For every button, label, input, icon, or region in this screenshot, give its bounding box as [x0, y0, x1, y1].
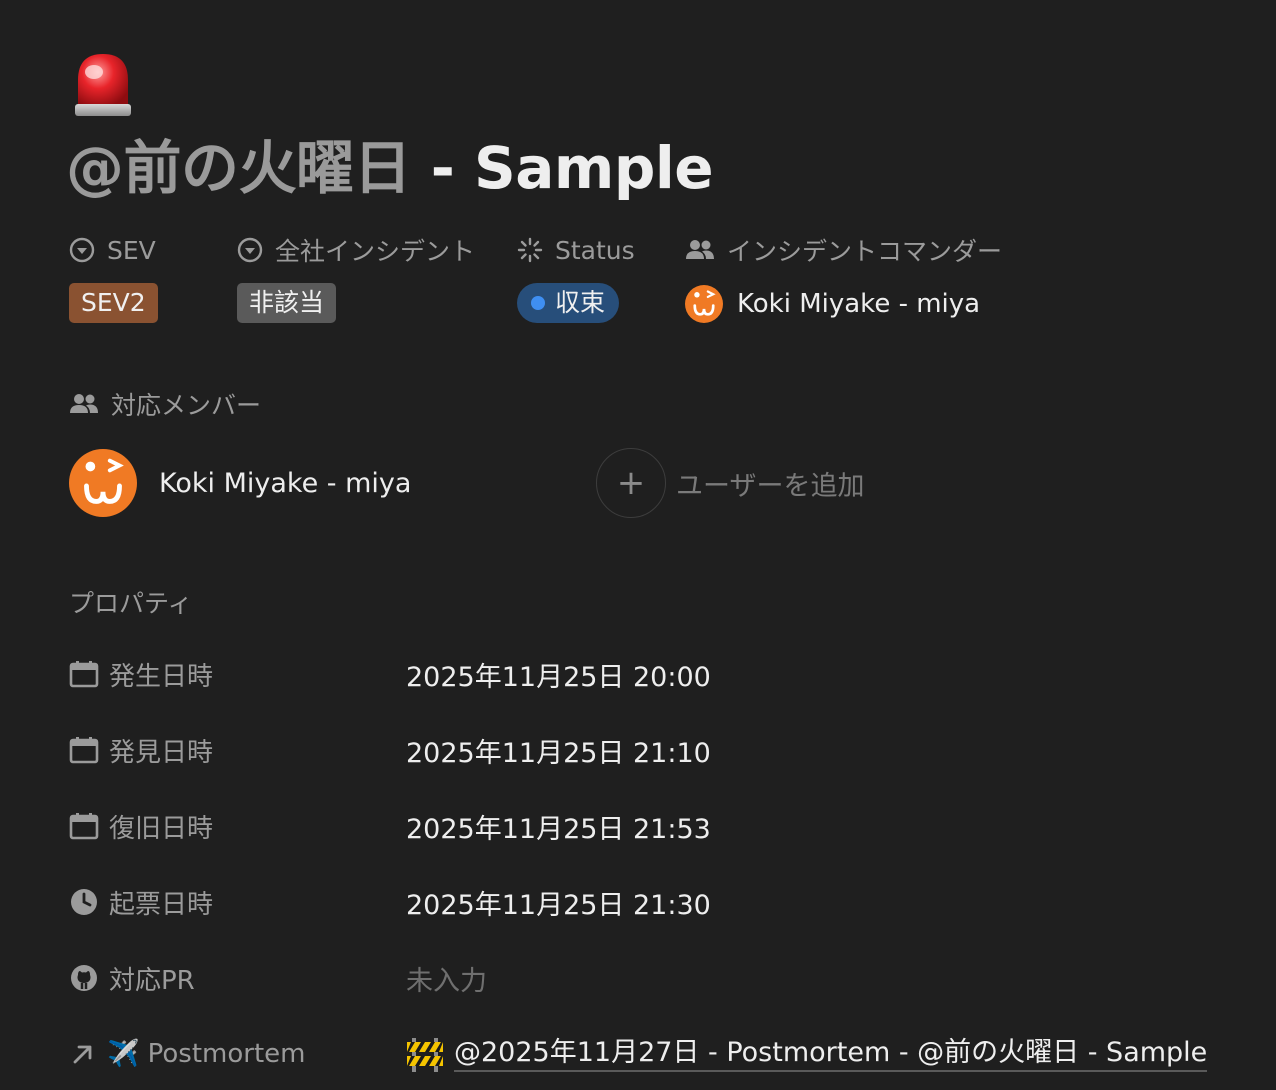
calendar-icon: [69, 661, 99, 688]
incident-page: @前の火曜日 - Sample SEV 全社インシデント Status インシデ…: [0, 0, 1276, 1090]
avatar: [69, 449, 137, 517]
prop-commander-label: インシデントコマンダー: [727, 237, 1003, 266]
member-name: Koki Miyake - miya: [159, 467, 412, 499]
calendar-icon: [69, 737, 99, 764]
select-icon: [69, 237, 95, 263]
clock-icon: [71, 889, 97, 915]
prop-status-label: Status: [555, 235, 635, 265]
calendar-icon: [69, 813, 99, 840]
properties-section-label: プロパティ: [69, 589, 193, 618]
people-icon: [70, 394, 98, 413]
property-row-detected[interactable]: 発見日時 2025年11月25日 21:10: [69, 727, 1219, 773]
property-row-created[interactable]: 起票日時 2025年11月25日 21:30: [69, 879, 1219, 925]
avatar-face-icon: [693, 290, 716, 316]
property-label: 発見日時: [109, 737, 214, 768]
property-row-recovered[interactable]: 復旧日時 2025年11月25日 21:53: [69, 803, 1219, 849]
title-text: - Sample: [411, 134, 714, 202]
members-header[interactable]: 対応メンバー: [69, 386, 261, 422]
add-user-label: ユーザーを追加: [676, 470, 865, 502]
property-value[interactable]: 2025年11月25日 20:00: [406, 655, 711, 694]
property-value-empty[interactable]: 未入力: [406, 959, 487, 998]
relation-arrow-icon: [73, 1045, 92, 1064]
status-tag-label: 収束: [555, 288, 606, 317]
select-icon: [237, 237, 263, 263]
prop-company-wide-header[interactable]: 全社インシデント: [237, 232, 475, 268]
title-date-mention[interactable]: @前の火曜日: [66, 134, 412, 202]
avatar: [685, 285, 723, 323]
commander-value[interactable]: Koki Miyake - miya: [685, 284, 980, 324]
member-item[interactable]: Koki Miyake - miya: [69, 448, 411, 518]
company-wide-tag[interactable]: 非該当: [237, 283, 337, 323]
people-icon: [686, 240, 714, 259]
page-title[interactable]: @前の火曜日 - Sample: [66, 130, 714, 206]
status-tag[interactable]: 収束: [517, 283, 620, 323]
property-value[interactable]: 2025年11月25日 21:30: [406, 883, 711, 922]
prop-company-wide-label: 全社インシデント: [275, 237, 476, 266]
status-icon: [517, 237, 543, 263]
prop-status-header[interactable]: Status: [517, 232, 635, 268]
sev-tag[interactable]: SEV2: [69, 283, 158, 323]
property-value[interactable]: 2025年11月25日 21:10: [406, 731, 711, 770]
status-dot: [531, 296, 545, 310]
prop-sev-label: SEV: [107, 235, 156, 265]
prop-sev-header[interactable]: SEV: [69, 232, 156, 268]
prop-commander-header[interactable]: インシデントコマンダー: [685, 232, 1002, 268]
postmortem-link[interactable]: @2025年11月27日 - Postmortem - @前の火曜日 - Sam…: [406, 1036, 1208, 1072]
construction-icon: [407, 1038, 443, 1072]
property-row-occurred[interactable]: 発生日時 2025年11月25日 20:00: [69, 651, 1219, 697]
property-label: ✈️ Postmortem: [107, 1039, 306, 1069]
commander-name: Koki Miyake - miya: [737, 289, 981, 319]
avatar-face-icon: [84, 458, 124, 504]
plus-icon: +: [596, 448, 666, 518]
police-light-icon[interactable]: [72, 50, 134, 120]
property-row-postmortem[interactable]: ✈️ Postmortem @2025年11月27日 - Postmortem …: [69, 1031, 1219, 1077]
property-value[interactable]: 2025年11月25日 21:53: [406, 807, 711, 846]
property-row-pr[interactable]: 対応PR 未入力: [69, 955, 1219, 1001]
property-label: 起票日時: [109, 889, 214, 920]
postmortem-link-text: @2025年11月27日 - Postmortem - @前の火曜日 - Sam…: [454, 1036, 1208, 1072]
property-label: 発生日時: [109, 661, 214, 692]
github-icon: [71, 965, 97, 991]
members-label: 対応メンバー: [111, 391, 262, 420]
add-user-button[interactable]: + ユーザーを追加: [596, 447, 864, 519]
property-label: 対応PR: [109, 965, 195, 996]
property-label: 復旧日時: [109, 813, 214, 844]
